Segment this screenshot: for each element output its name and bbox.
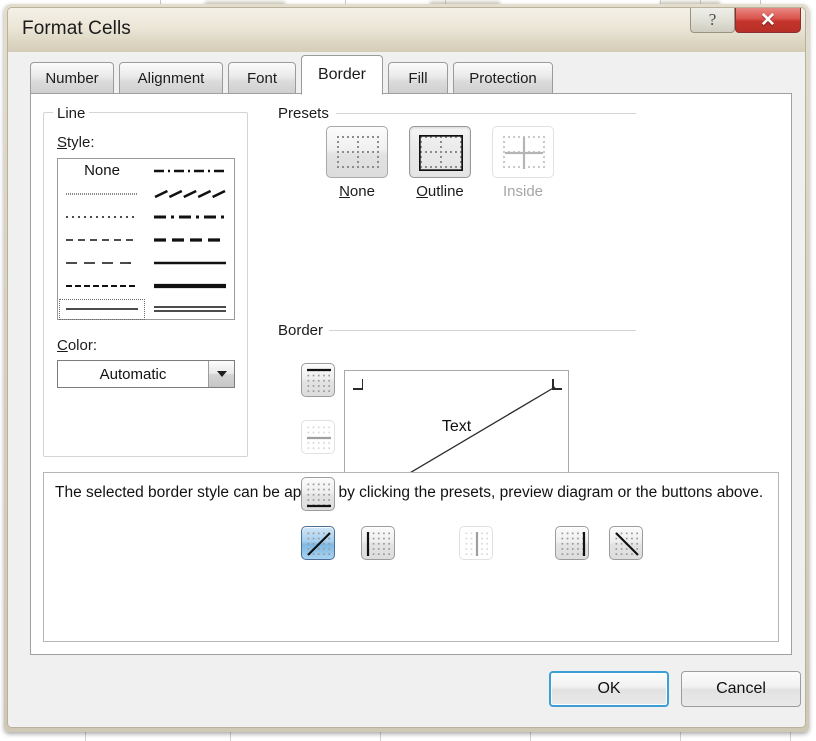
- line-style-option-dash-long[interactable]: [58, 251, 146, 274]
- preset-none[interactable]: None: [321, 126, 393, 200]
- line-color-value: Automatic: [99, 365, 167, 383]
- line-style-preview-slanted-dash-icon: [154, 189, 226, 198]
- line-style-preview-dotted-icon: [66, 216, 138, 218]
- line-style-option-none[interactable]: None: [58, 159, 146, 182]
- tab-border[interactable]: Border: [301, 55, 383, 95]
- line-style-preview-dash-long-icon: [66, 262, 138, 264]
- border-diagonal-up-button[interactable]: [301, 526, 335, 560]
- presets-group-label: Presets: [274, 105, 333, 122]
- line-style-preview-dashed-small-icon: [66, 285, 138, 288]
- line-style-preview-double-icon: [154, 306, 226, 312]
- line-style-list[interactable]: None: [57, 158, 235, 320]
- dialog-footer: OK Cancel: [8, 655, 805, 727]
- border-group-label: Border: [274, 322, 328, 339]
- style-label-rest: tyle:: [67, 134, 95, 151]
- tab-number[interactable]: Number: [30, 62, 114, 94]
- tab-fill[interactable]: Fill: [388, 62, 448, 94]
- question-mark-icon: ?: [708, 10, 717, 29]
- line-style-preview-thin-solid-icon: [66, 308, 138, 310]
- presets-row: None Outline Inside: [321, 126, 581, 212]
- line-style-preview-dashed-medium-icon: [66, 239, 138, 241]
- line-style-preview-dash-dot-heavy-icon: [154, 215, 226, 219]
- line-style-option-solid-medium[interactable]: [146, 251, 234, 274]
- line-style-preview-solid-medium-icon: [154, 261, 226, 265]
- tab-label: Number: [45, 69, 99, 87]
- border-tab-panel: Line Style: None Color: Automatic Preset…: [30, 93, 792, 655]
- preview-text-label: Text: [441, 418, 472, 435]
- tab-label: Fill: [408, 69, 428, 87]
- line-color-dropdown[interactable]: Automatic: [57, 360, 235, 388]
- border-divider: [329, 330, 636, 331]
- line-group-label: Line: [53, 105, 90, 122]
- line-style-column-left: None: [58, 159, 146, 321]
- tab-label: Font: [246, 69, 277, 87]
- preset-caption: Inside: [502, 183, 544, 200]
- title-bar[interactable]: Format Cells ? ✕: [8, 8, 805, 52]
- tab-label: Alignment: [137, 69, 205, 87]
- preset-outline-icon[interactable]: [409, 126, 471, 178]
- border-right-button[interactable]: [555, 526, 589, 560]
- preview-corner-top-right: [552, 379, 562, 390]
- description-box: The selected border style can be applied…: [43, 472, 779, 642]
- border-top-button[interactable]: [301, 363, 335, 397]
- format-cells-dialog: Format Cells ? ✕ Number Alignment Font Bord…: [4, 4, 809, 732]
- border-bottom-button[interactable]: [301, 477, 335, 511]
- description-text: The selected border style can be applied…: [55, 484, 764, 501]
- cancel-button-label: Cancel: [716, 680, 766, 697]
- help-icon-button[interactable]: ?: [690, 8, 735, 33]
- line-style-option-dash-dot[interactable]: [146, 159, 234, 182]
- line-style-none-label: None: [84, 162, 120, 180]
- chevron-down-icon[interactable]: [208, 361, 234, 387]
- close-button[interactable]: ✕: [735, 8, 801, 33]
- preset-inside-icon: [492, 126, 554, 178]
- tab-protection[interactable]: Protection: [453, 62, 553, 94]
- line-style-column-right: [146, 159, 234, 319]
- close-icon: ✕: [760, 9, 776, 31]
- tab-alignment[interactable]: Alignment: [119, 62, 223, 94]
- preset-inside: Inside: [487, 126, 559, 200]
- preset-outline[interactable]: Outline: [404, 126, 476, 200]
- border-left-button[interactable]: [361, 526, 395, 560]
- cancel-button[interactable]: Cancel: [681, 671, 801, 707]
- presets-divider: [336, 113, 636, 114]
- line-style-option-double[interactable]: [146, 298, 234, 321]
- ok-button[interactable]: OK: [549, 671, 669, 707]
- line-style-option-dotted[interactable]: [58, 205, 146, 228]
- line-style-preview-dash-dot-icon: [154, 169, 226, 172]
- line-style-option-slanted-dash[interactable]: [146, 182, 234, 205]
- style-label: Style:: [57, 134, 95, 151]
- line-style-preview-solid-thick-icon: [154, 283, 226, 289]
- line-style-option-thin-solid[interactable]: [58, 298, 146, 321]
- preset-none-icon[interactable]: [326, 126, 388, 178]
- line-style-option-dashed-medium[interactable]: [58, 228, 146, 251]
- tab-strip: Number Alignment Font Border Fill Protection: [30, 52, 792, 95]
- preview-corner-top-left: [353, 379, 363, 390]
- tab-font[interactable]: Font: [228, 62, 296, 94]
- tab-label: Border: [317, 66, 367, 83]
- line-style-preview-dashed-heavy-icon: [154, 238, 226, 242]
- line-style-option-dashed-small[interactable]: [58, 274, 146, 297]
- line-style-preview-hairline-dotted-icon: [66, 193, 138, 195]
- line-style-option-hairline-dotted[interactable]: [58, 182, 146, 205]
- ok-button-label: OK: [597, 680, 621, 697]
- line-style-option-dashed-heavy[interactable]: [146, 228, 234, 251]
- border-vertical-button: [459, 526, 493, 560]
- border-horizontal-button: [301, 420, 335, 454]
- line-style-option-solid-thick[interactable]: [146, 274, 234, 297]
- preset-caption: None: [339, 183, 375, 200]
- tab-label: Protection: [469, 69, 537, 87]
- window-title: Format Cells: [22, 18, 131, 39]
- color-label: Color:: [57, 337, 98, 354]
- preset-caption: Outline: [416, 183, 464, 200]
- line-style-option-dash-dot-heavy[interactable]: [146, 205, 234, 228]
- dialog-client-area: Format Cells ? ✕ Number Alignment Font Bord…: [7, 7, 806, 728]
- border-diagonal-down-button[interactable]: [609, 526, 643, 560]
